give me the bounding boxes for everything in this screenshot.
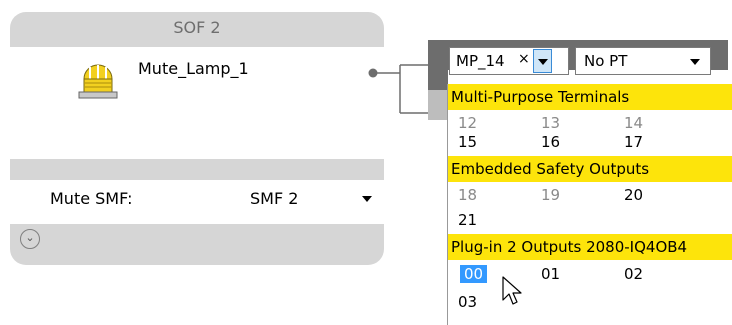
expand-chevron-icon[interactable]: ⌄ xyxy=(20,229,40,249)
mute-smf-label: Mute SMF: xyxy=(50,189,133,208)
option-02[interactable]: 02 xyxy=(624,265,643,283)
option-00[interactable]: 00 xyxy=(460,265,488,283)
device-name: Mute_Lamp_1 xyxy=(138,59,249,78)
lamp-icon xyxy=(78,64,118,99)
mouse-pointer-icon xyxy=(502,276,522,305)
option-21[interactable]: 21 xyxy=(458,211,477,229)
terminal-dropdown-list: Multi-Purpose Terminals 12 13 14 15 16 1… xyxy=(447,84,732,325)
terminal-value[interactable]: MP_14 xyxy=(456,52,505,70)
option-17[interactable]: 17 xyxy=(624,133,643,151)
device-row[interactable]: Mute_Lamp_1 xyxy=(10,47,384,159)
option-18: 18 xyxy=(458,186,478,204)
option-16[interactable]: 16 xyxy=(541,133,560,151)
option-01[interactable]: 01 xyxy=(541,265,560,283)
option-20[interactable]: 20 xyxy=(624,186,643,204)
connection-line xyxy=(368,64,430,114)
terminal-box-edge-light xyxy=(428,90,448,120)
option-15[interactable]: 15 xyxy=(458,133,477,151)
option-03[interactable]: 03 xyxy=(458,293,477,311)
pt-value[interactable]: No PT xyxy=(584,52,627,70)
mute-smf-row[interactable]: Mute SMF: SMF 2 xyxy=(10,180,384,224)
dropdown-arrow-icon[interactable] xyxy=(533,49,552,73)
option-14: 14 xyxy=(624,114,644,132)
section-header-plug-in-2: Plug-in 2 Outputs 2080-IQ4OB4 xyxy=(448,234,732,260)
option-19: 19 xyxy=(541,186,561,204)
mute-smf-value[interactable]: SMF 2 xyxy=(250,189,298,208)
pt-combobox[interactable]: No PT xyxy=(575,47,711,75)
clear-icon[interactable]: × xyxy=(518,51,530,67)
sof-title: SOF 2 xyxy=(173,18,221,37)
chevron-down-icon[interactable] xyxy=(690,59,700,65)
sof-block: SOF 2 Mute_Lamp_1 Mute SMF: SMF 2 ⌄ xyxy=(10,12,384,265)
terminal-combobox[interactable]: MP_14 × xyxy=(449,47,569,75)
option-12: 12 xyxy=(458,114,478,132)
section-header-embedded-safety: Embedded Safety Outputs xyxy=(448,156,732,182)
chevron-down-icon[interactable] xyxy=(362,196,372,202)
option-13: 13 xyxy=(541,114,561,132)
section-header-multi-purpose: Multi-Purpose Terminals xyxy=(448,84,732,110)
